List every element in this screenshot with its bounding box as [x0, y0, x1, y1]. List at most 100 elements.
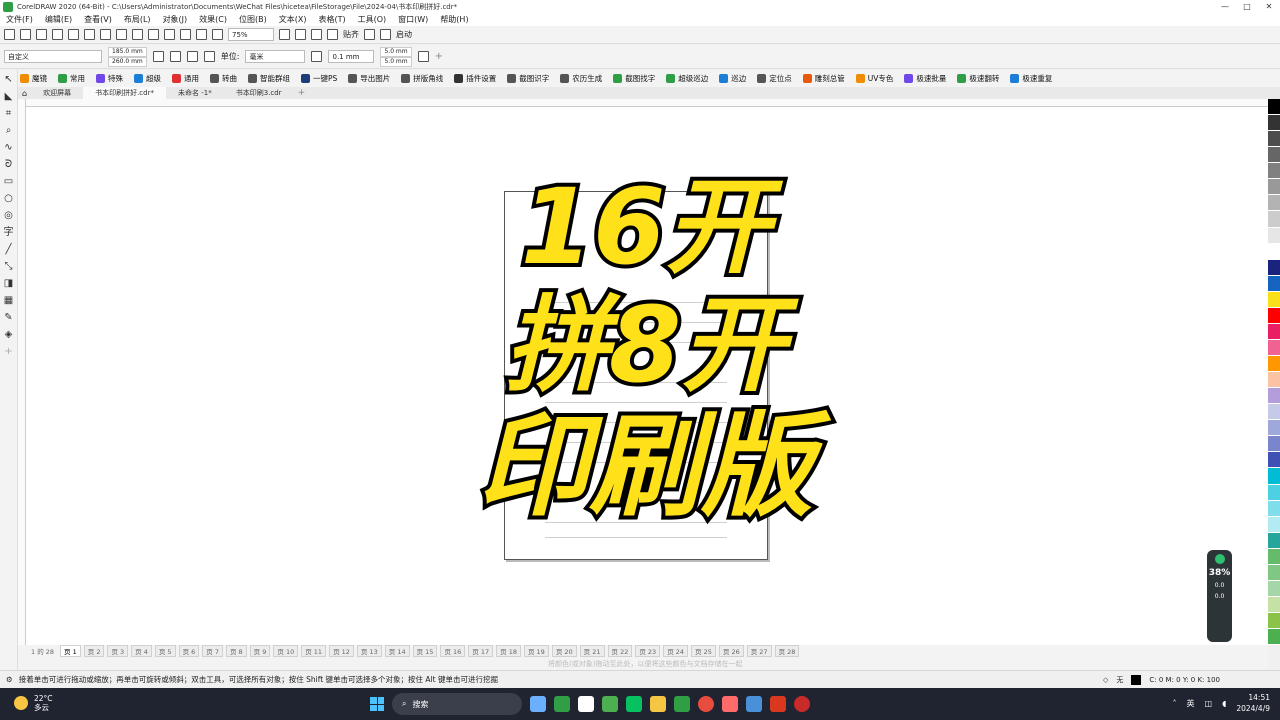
page-tab[interactable]: 页 4: [131, 645, 152, 657]
ellipse-tool-icon[interactable]: ○: [4, 193, 13, 204]
palette-swatch[interactable]: [1268, 211, 1280, 228]
plugin-button[interactable]: 农历生成: [560, 73, 602, 84]
coreldraw-taskbar-icon[interactable]: [602, 696, 618, 712]
app-icon[interactable]: [722, 696, 738, 712]
page-tab[interactable]: 页 16: [440, 645, 466, 657]
menu-object[interactable]: 对象(J): [163, 14, 188, 25]
page-tab[interactable]: 页 18: [496, 645, 521, 657]
snap-to-button[interactable]: 贴齐: [343, 29, 359, 40]
volume-icon[interactable]: ◖: [1222, 699, 1226, 708]
page-tab[interactable]: 页 25: [691, 645, 716, 657]
grid-icon[interactable]: [311, 29, 322, 40]
zoom-tool-icon[interactable]: ⌕: [6, 125, 12, 136]
units-select[interactable]: 毫米: [245, 50, 306, 63]
vertical-ruler[interactable]: [18, 99, 26, 645]
rulers-icon[interactable]: [295, 29, 306, 40]
application-launcher-icon[interactable]: [380, 29, 391, 40]
zoom-select[interactable]: 75%: [228, 28, 274, 41]
interactive-fill-icon[interactable]: ◈: [5, 329, 13, 340]
page-tab[interactable]: 页 24: [663, 645, 689, 657]
palette-swatch[interactable]: [1268, 388, 1280, 405]
polygon-tool-icon[interactable]: ◎: [4, 210, 13, 221]
export-icon[interactable]: [196, 29, 207, 40]
nudge-distance-field[interactable]: 0.1 mm: [328, 50, 375, 63]
page-tab[interactable]: 页 7: [202, 645, 223, 657]
drop-shadow-icon[interactable]: ◨: [4, 278, 13, 289]
fill-value[interactable]: 无: [1116, 675, 1123, 685]
tab-book-print-layout[interactable]: 书本印刷拼好.cdr*: [83, 87, 166, 99]
weather-widget[interactable]: 22°C 多云: [14, 694, 53, 712]
clock[interactable]: 14:51 2024/4/9: [1236, 692, 1270, 714]
export-pdf-icon[interactable]: [212, 29, 223, 40]
palette-swatch[interactable]: [1268, 291, 1280, 308]
plugin-button[interactable]: 超级: [134, 73, 161, 84]
document-app-icon[interactable]: [578, 696, 594, 712]
save-icon[interactable]: [36, 29, 47, 40]
palette-swatch[interactable]: [1268, 548, 1280, 565]
page-tab[interactable]: 页 3: [107, 645, 129, 657]
transparency-tool-icon[interactable]: ▦: [4, 295, 13, 306]
palette-swatch[interactable]: [1268, 195, 1280, 212]
widgets-app-icon[interactable]: [530, 696, 546, 712]
windows-start-icon[interactable]: [370, 697, 384, 711]
network-icon[interactable]: ◫: [1205, 699, 1213, 708]
page-tab[interactable]: 页 9: [249, 645, 271, 657]
cut-icon[interactable]: [100, 29, 111, 40]
tab-book-print-3[interactable]: 书本印刷3.cdr: [224, 87, 294, 99]
page-tab[interactable]: 页 17: [468, 645, 494, 657]
page-tab[interactable]: 页 23: [635, 645, 661, 657]
shape-tool-icon[interactable]: ◣: [5, 91, 13, 102]
palette-swatch[interactable]: [1268, 468, 1280, 485]
palette-swatch[interactable]: [1268, 131, 1280, 148]
page-border-icon[interactable]: [417, 51, 429, 62]
all-pages-icon[interactable]: [186, 51, 198, 62]
palette-swatch[interactable]: [1268, 613, 1280, 630]
parallel-dimension-icon[interactable]: ╱: [5, 244, 11, 255]
palette-swatch[interactable]: [1268, 356, 1280, 373]
publish-icon[interactable]: [68, 29, 79, 40]
freehand-tool-icon[interactable]: ∿: [4, 142, 12, 153]
full-screen-icon[interactable]: [279, 29, 290, 40]
plugin-button[interactable]: 转曲: [210, 73, 237, 84]
palette-swatch[interactable]: [1268, 420, 1280, 437]
menu-edit[interactable]: 编辑(E): [45, 14, 72, 25]
menu-effects[interactable]: 效果(C): [199, 14, 227, 25]
palette-swatch[interactable]: [1268, 596, 1280, 613]
wps-office-icon[interactable]: [770, 696, 786, 712]
pick-tool-icon[interactable]: ↖: [4, 74, 12, 85]
open-icon[interactable]: [20, 29, 31, 40]
page-height-field[interactable]: 260.0 mm: [108, 56, 147, 67]
paste-icon[interactable]: [132, 29, 143, 40]
menu-file[interactable]: 文件(F): [6, 14, 33, 25]
home-icon[interactable]: ⌂: [18, 89, 31, 98]
plugin-button[interactable]: 常用: [58, 73, 85, 84]
duplicate-y-field[interactable]: 5.0 mm: [380, 56, 412, 67]
page-tab[interactable]: 页 1: [60, 645, 81, 657]
page-tab[interactable]: 页 15: [412, 645, 438, 657]
page-tab[interactable]: 页 26: [718, 645, 744, 657]
connector-tool-icon[interactable]: ⤡: [5, 261, 13, 272]
page-tab[interactable]: 页 13: [356, 645, 382, 657]
palette-swatch[interactable]: [1268, 243, 1280, 260]
palette-swatch[interactable]: [1268, 307, 1280, 324]
menu-window[interactable]: 窗口(W): [398, 14, 428, 25]
palette-swatch[interactable]: [1268, 629, 1280, 646]
page-size-select[interactable]: 自定义: [4, 50, 102, 63]
plugin-button[interactable]: 极速重复: [1010, 73, 1052, 84]
file-explorer-icon[interactable]: [650, 696, 666, 712]
import-icon[interactable]: [180, 29, 191, 40]
cloud-icon[interactable]: [52, 29, 63, 40]
page-tab[interactable]: 页 21: [579, 645, 605, 657]
page-tab[interactable]: 页 22: [607, 645, 633, 657]
maximize-button[interactable]: □: [1236, 0, 1258, 13]
menu-table[interactable]: 表格(T): [318, 14, 345, 25]
print-icon[interactable]: [84, 29, 95, 40]
page-tab[interactable]: 页 27: [746, 645, 772, 657]
plugin-button[interactable]: 通用: [172, 73, 199, 84]
horizontal-ruler[interactable]: [18, 99, 1268, 107]
plugin-button[interactable]: 截图找字: [613, 73, 655, 84]
palette-swatch[interactable]: [1268, 580, 1280, 597]
document-palette[interactable]: 将颜色(或对象)拖动至此处，以便将这些颜色与文档存储在一起: [18, 657, 1268, 670]
outline-cmyk[interactable]: C: 0 M: 0 Y: 0 K: 100: [1149, 676, 1220, 684]
recorder-app-icon[interactable]: [794, 696, 810, 712]
